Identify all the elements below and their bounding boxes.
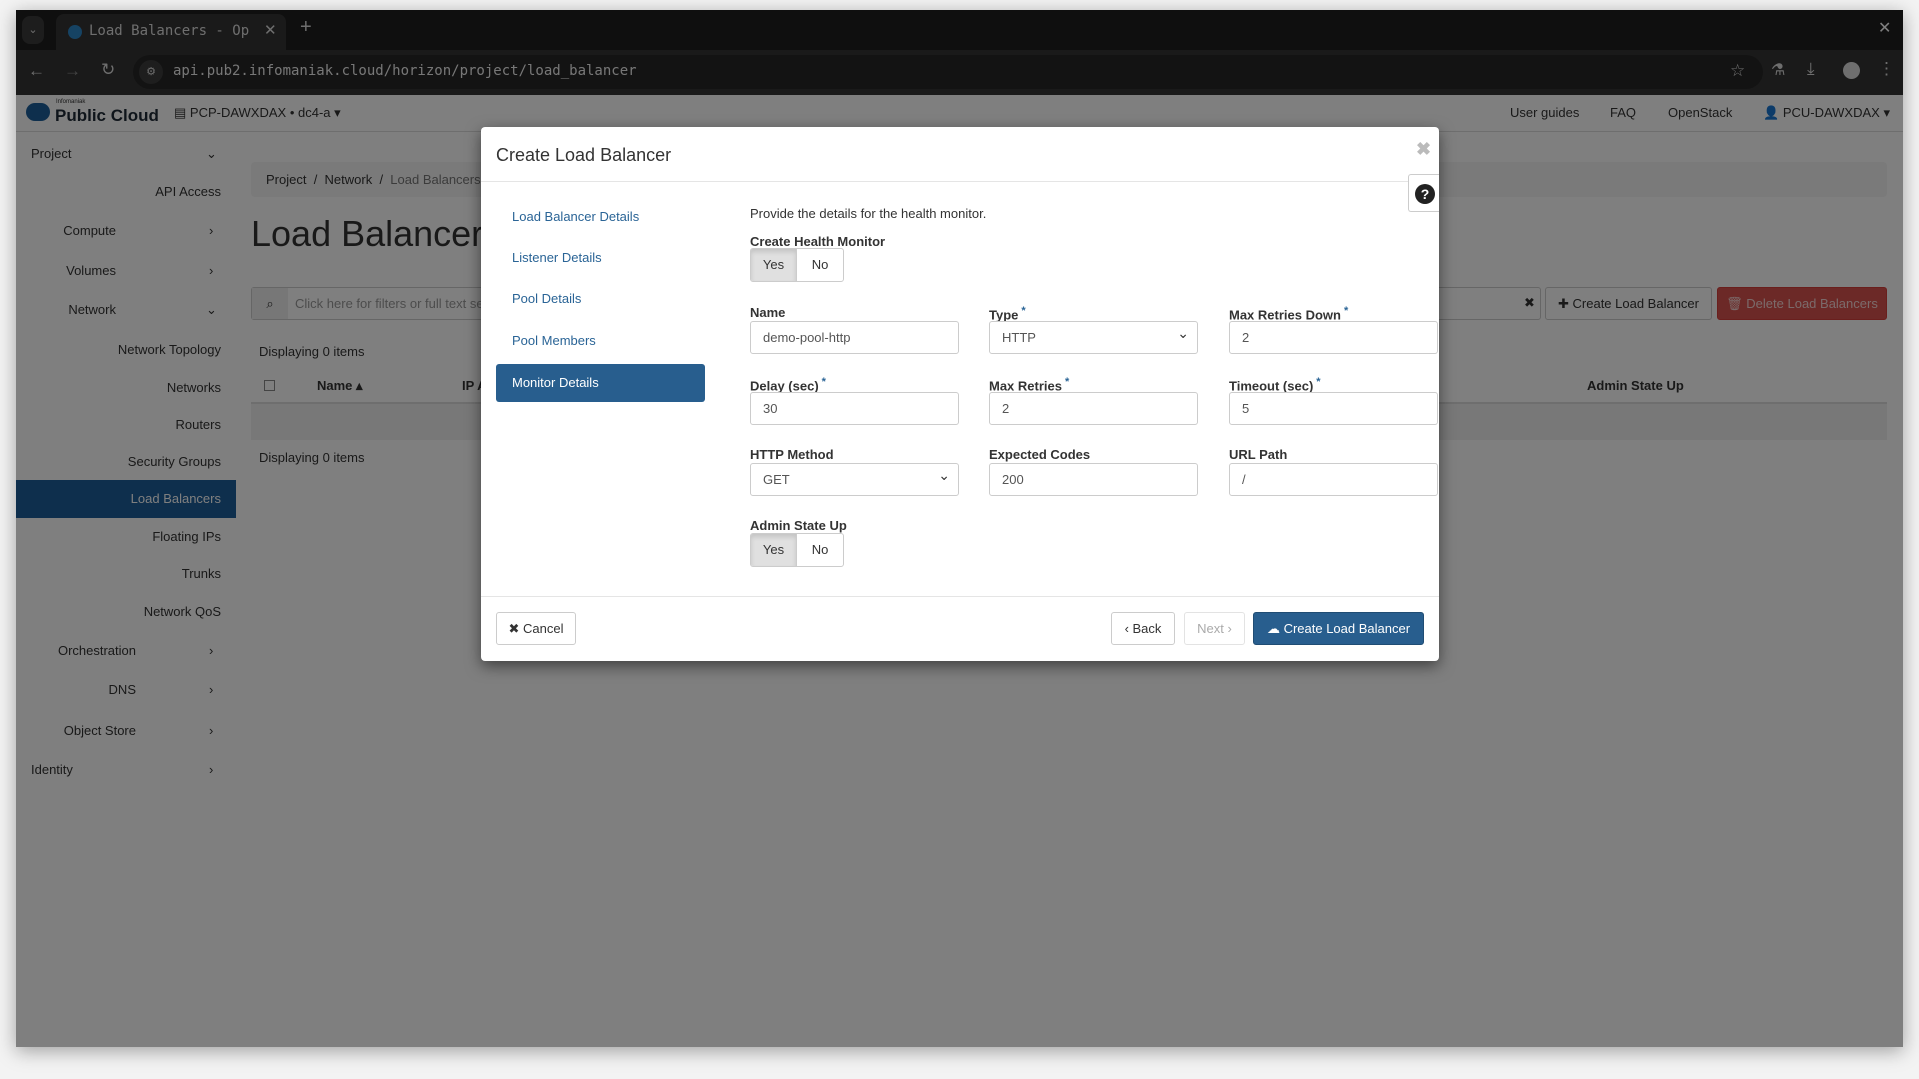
health-monitor-no[interactable]: No xyxy=(797,249,843,281)
create-load-balancer-modal: Create Load Balancer ✖ ? Load Balancer D… xyxy=(481,127,1439,661)
create-load-balancer-submit[interactable]: ☁ Create Load Balancer xyxy=(1253,612,1424,645)
timeout-input[interactable]: 5 xyxy=(1229,392,1438,425)
next-button[interactable]: Next › xyxy=(1184,612,1245,645)
modal-close-icon[interactable]: ✖ xyxy=(1416,139,1431,160)
next-label: Next xyxy=(1197,621,1224,636)
http-method-label: HTTP Method xyxy=(750,447,834,462)
cancel-button[interactable]: ✖ Cancel xyxy=(496,612,576,645)
delay-label: Delay (sec) * xyxy=(750,376,826,394)
admin-state-label: Admin State Up xyxy=(750,518,847,533)
type-value: HTTP xyxy=(1002,330,1036,345)
help-button[interactable]: ? xyxy=(1408,174,1439,212)
expected-codes-label: Expected Codes xyxy=(989,447,1091,462)
step-pool-members[interactable]: Pool Members xyxy=(512,333,596,348)
max-retries-input[interactable]: 2 xyxy=(989,392,1198,425)
create-health-monitor-label: Create Health Monitor xyxy=(750,234,886,249)
step-pool-details[interactable]: Pool Details xyxy=(512,291,581,306)
admin-state-no[interactable]: No xyxy=(797,534,843,566)
http-method-select[interactable]: GET xyxy=(750,460,959,496)
url-path-label: URL Path xyxy=(1229,447,1288,462)
intro-text: Provide the details for the health monit… xyxy=(750,206,987,221)
type-select[interactable]: HTTP xyxy=(989,318,1198,354)
health-monitor-yes[interactable]: Yes xyxy=(751,249,797,281)
max-retries-label: Max Retries * xyxy=(989,376,1070,394)
modal-footer-divider xyxy=(481,596,1439,597)
modal-header-divider xyxy=(481,181,1439,182)
step-monitor-details[interactable]: Monitor Details xyxy=(496,364,705,402)
modal-title: Create Load Balancer xyxy=(496,145,672,165)
timeout-label: Timeout (sec) * xyxy=(1229,376,1321,394)
create-health-monitor-toggle[interactable]: Yes No xyxy=(750,248,844,282)
back-button[interactable]: ‹ Back xyxy=(1111,612,1175,645)
delay-input[interactable]: 30 xyxy=(750,392,959,425)
name-input[interactable]: demo-pool-http xyxy=(750,321,959,354)
admin-state-yes[interactable]: Yes xyxy=(751,534,797,566)
name-label-text: Name xyxy=(750,305,786,320)
create-label: Create Load Balancer xyxy=(1283,621,1411,636)
help-icon: ? xyxy=(1415,184,1435,204)
name-label: Name xyxy=(750,305,785,320)
cancel-label: Cancel xyxy=(523,621,564,636)
url-path-input[interactable]: / xyxy=(1229,463,1438,496)
step-load-balancer-details[interactable]: Load Balancer Details xyxy=(512,209,639,224)
step-listener-details[interactable]: Listener Details xyxy=(512,250,602,265)
admin-state-toggle[interactable]: Yes No xyxy=(750,533,844,567)
http-method-value: GET xyxy=(763,472,790,487)
max-retries-down-label: Max Retries Down * xyxy=(1229,305,1349,323)
browser-window: ⌄ Load Balancers - Open ✕ + ✕ ← → ↻ ⚙ ap… xyxy=(16,10,1903,1047)
back-label: Back xyxy=(1132,621,1162,636)
type-label: Type * xyxy=(989,305,1026,323)
max-retries-down-input[interactable]: 2 xyxy=(1229,321,1438,354)
expected-codes-input[interactable]: 200 xyxy=(989,463,1198,496)
